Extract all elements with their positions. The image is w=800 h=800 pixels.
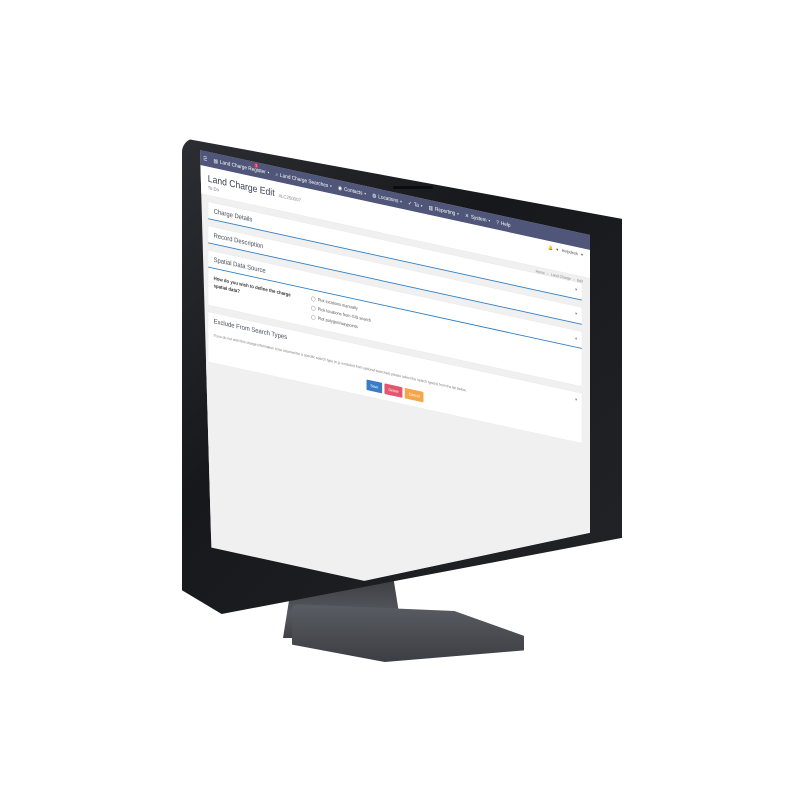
- chevron-down-icon: ▾: [400, 199, 402, 204]
- chevron-down-icon: ▾: [267, 170, 270, 175]
- nav-label: System: [470, 213, 487, 224]
- nav-label: Locations: [378, 193, 399, 204]
- user-icon[interactable]: ●: [556, 247, 558, 252]
- chevron-down-icon: ▾: [330, 183, 332, 189]
- bell-icon[interactable]: 🔔: [548, 245, 553, 251]
- globe-icon: ◍: [372, 191, 377, 199]
- contacts-icon: ◉: [337, 184, 343, 192]
- report-icon: ▥: [428, 204, 434, 212]
- radio-circle-icon[interactable]: [311, 305, 316, 312]
- help-icon: ?: [496, 218, 499, 226]
- nav-system[interactable]: ✕ System ▾: [465, 212, 490, 224]
- cancel-button[interactable]: Cancel: [404, 387, 424, 403]
- nav-help[interactable]: ? Help: [496, 219, 510, 228]
- panel-title: Charge Details: [213, 207, 253, 224]
- search-icon: ⌕: [275, 170, 279, 178]
- nav-label: Ta: [413, 201, 419, 209]
- chevron-down-icon[interactable]: ▾: [581, 252, 583, 257]
- chevron-down-icon: ▾: [488, 218, 491, 223]
- panel-title: Record Description: [213, 231, 264, 251]
- notification-badge: 1: [254, 162, 259, 169]
- list-icon: ▤: [213, 157, 218, 165]
- radio-circle-icon[interactable]: [311, 314, 316, 321]
- camera-notch: [393, 186, 433, 189]
- user-label[interactable]: Helpdesk: [562, 248, 578, 256]
- tasks-icon: ✓: [408, 199, 412, 207]
- nav-label: Reporting: [434, 205, 456, 217]
- hamburger-menu-icon[interactable]: ☰: [203, 155, 207, 162]
- chevron-down-icon[interactable]: ▾: [575, 397, 577, 402]
- chevron-down-icon: ▾: [420, 203, 423, 208]
- chevron-up-icon[interactable]: ▴: [575, 336, 577, 341]
- nav-label: Help: [500, 219, 511, 229]
- chevron-down-icon[interactable]: ▾: [575, 311, 577, 316]
- nav-contacts[interactable]: ◉ Contacts ▾: [338, 184, 366, 196]
- chevron-down-icon: ▾: [457, 211, 459, 216]
- user-tools: 🔔 ● Helpdesk ▾: [548, 245, 583, 257]
- spatial-options: Plot locations manually Pick locations f…: [311, 296, 371, 332]
- monitor-stand-base: [292, 604, 524, 662]
- save-button[interactable]: Save: [366, 379, 383, 394]
- wrench-icon: ✕: [465, 212, 469, 220]
- nav-tasks[interactable]: ✓ Ta ▾: [408, 200, 422, 209]
- chevron-down-icon: ▾: [364, 191, 366, 196]
- chevron-down-icon[interactable]: ▾: [575, 287, 577, 292]
- radio-circle-icon[interactable]: [311, 296, 316, 302]
- nav-label: Contacts: [343, 185, 363, 196]
- delete-button[interactable]: Delete: [384, 383, 403, 398]
